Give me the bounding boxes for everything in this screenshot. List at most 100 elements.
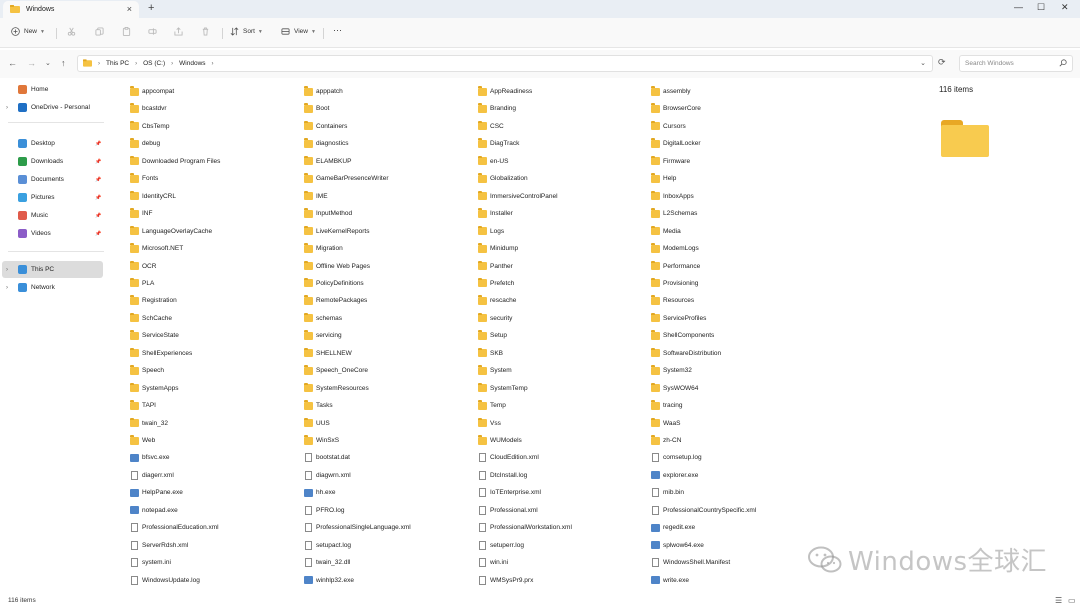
folder-item[interactable]: SHELLNEW bbox=[304, 346, 474, 361]
folder-item[interactable]: InputMethod bbox=[304, 206, 474, 221]
file-item[interactable]: WindowsUpdate.log bbox=[130, 573, 300, 588]
folder-item[interactable]: INF bbox=[130, 206, 300, 221]
file-item[interactable]: win.ini bbox=[478, 555, 648, 570]
folder-item[interactable]: Tasks bbox=[304, 398, 474, 413]
folder-item[interactable]: Provisioning bbox=[651, 276, 821, 291]
tab-windows[interactable]: Windows × bbox=[3, 1, 139, 18]
breadcrumb-os-c[interactable]: OS (C:) bbox=[143, 60, 165, 67]
expand-chevron-icon[interactable]: › bbox=[6, 105, 8, 111]
file-item[interactable]: bootstat.dat bbox=[304, 450, 474, 465]
delete-icon[interactable] bbox=[201, 27, 210, 36]
sidebar-item-pictures[interactable]: Pictures 📌 bbox=[0, 189, 104, 206]
close-tab-icon[interactable]: × bbox=[127, 4, 132, 14]
maximize-icon[interactable]: ☐ bbox=[1037, 2, 1045, 13]
view-button[interactable]: View ▼ bbox=[281, 27, 316, 36]
folder-item[interactable]: Vss bbox=[478, 416, 648, 431]
folder-item[interactable]: SoftwareDistribution bbox=[651, 346, 821, 361]
folder-item[interactable]: DigitalLocker bbox=[651, 136, 821, 151]
folder-item[interactable]: ModemLogs bbox=[651, 241, 821, 256]
file-item[interactable]: ServerRdsh.xml bbox=[130, 538, 300, 553]
sort-button[interactable]: Sort ▼ bbox=[230, 27, 263, 36]
file-item[interactable]: setupact.log bbox=[304, 538, 474, 553]
file-item[interactable]: notepad.exe bbox=[130, 503, 300, 518]
folder-item[interactable]: Migration bbox=[304, 241, 474, 256]
details-view-icon[interactable]: ☰ bbox=[1055, 596, 1062, 605]
file-item[interactable]: diagerr.xml bbox=[130, 468, 300, 483]
folder-item[interactable]: rescache bbox=[478, 293, 648, 308]
folder-item[interactable]: tracing bbox=[651, 398, 821, 413]
refresh-icon[interactable]: ⟳ bbox=[938, 57, 946, 68]
folder-item[interactable]: Cursors bbox=[651, 119, 821, 134]
folder-item[interactable]: Microsoft.NET bbox=[130, 241, 300, 256]
file-item[interactable]: DtcInstall.log bbox=[478, 468, 648, 483]
folder-item[interactable]: UUS bbox=[304, 416, 474, 431]
folder-item[interactable]: OCR bbox=[130, 259, 300, 274]
file-item[interactable]: ProfessionalSingleLanguage.xml bbox=[304, 520, 474, 535]
folder-item[interactable]: IME bbox=[304, 189, 474, 204]
folder-item[interactable]: Downloaded Program Files bbox=[130, 154, 300, 169]
folder-item[interactable]: InboxApps bbox=[651, 189, 821, 204]
sidebar-item-onedrive-personal[interactable]: › OneDrive - Personal bbox=[0, 99, 104, 116]
minimize-icon[interactable]: — bbox=[1014, 2, 1023, 12]
folder-item[interactable]: L2Schemas bbox=[651, 206, 821, 221]
up-arrow-icon[interactable]: ↑ bbox=[61, 58, 66, 68]
file-item[interactable]: regedit.exe bbox=[651, 520, 821, 535]
file-item[interactable]: bfsvc.exe bbox=[130, 450, 300, 465]
folder-item[interactable]: PolicyDefinitions bbox=[304, 276, 474, 291]
expand-chevron-icon[interactable]: › bbox=[6, 285, 8, 291]
add-tab-icon[interactable]: + bbox=[148, 2, 154, 14]
tiles-view-icon[interactable]: ▭ bbox=[1068, 596, 1076, 605]
folder-item[interactable]: Setup bbox=[478, 328, 648, 343]
sidebar-item-music[interactable]: Music 📌 bbox=[0, 207, 104, 224]
folder-item[interactable]: CSC bbox=[478, 119, 648, 134]
folder-item[interactable]: Logs bbox=[478, 224, 648, 239]
file-item[interactable]: mib.bin bbox=[651, 485, 821, 500]
sidebar-item-documents[interactable]: Documents 📌 bbox=[0, 171, 104, 188]
file-item[interactable]: HelpPane.exe bbox=[130, 485, 300, 500]
folder-item[interactable]: ShellExperiences bbox=[130, 346, 300, 361]
file-item[interactable]: setuperr.log bbox=[478, 538, 648, 553]
folder-item[interactable]: Panther bbox=[478, 259, 648, 274]
folder-item[interactable]: ELAMBKUP bbox=[304, 154, 474, 169]
file-item[interactable]: diagwrn.xml bbox=[304, 468, 474, 483]
folder-item[interactable]: Prefetch bbox=[478, 276, 648, 291]
folder-item[interactable]: Boot bbox=[304, 101, 474, 116]
folder-item[interactable]: Registration bbox=[130, 293, 300, 308]
folder-item[interactable]: Speech_OneCore bbox=[304, 363, 474, 378]
folder-item[interactable]: Resources bbox=[651, 293, 821, 308]
breadcrumb-this-pc[interactable]: This PC bbox=[106, 60, 129, 67]
sidebar-item-home[interactable]: Home bbox=[0, 81, 104, 98]
folder-item[interactable]: schemas bbox=[304, 311, 474, 326]
sidebar-item-videos[interactable]: Videos 📌 bbox=[0, 225, 104, 242]
file-item[interactable]: comsetup.log bbox=[651, 450, 821, 465]
folder-item[interactable]: Speech bbox=[130, 363, 300, 378]
folder-item[interactable]: LiveKernelReports bbox=[304, 224, 474, 239]
pin-icon[interactable]: 📌 bbox=[95, 159, 101, 165]
recent-chevron-icon[interactable]: ⌄ bbox=[45, 59, 51, 67]
cut-icon[interactable] bbox=[67, 27, 76, 36]
sidebar-item-this-pc[interactable]: › This PC bbox=[2, 261, 103, 278]
close-icon[interactable]: ✕ bbox=[1061, 2, 1069, 13]
forward-arrow-icon[interactable]: → bbox=[27, 58, 36, 68]
folder-item[interactable]: IdentityCRL bbox=[130, 189, 300, 204]
pin-icon[interactable]: 📌 bbox=[95, 141, 101, 147]
folder-item[interactable]: Offline Web Pages bbox=[304, 259, 474, 274]
folder-item[interactable]: CbsTemp bbox=[130, 119, 300, 134]
new-button[interactable]: New ▼ bbox=[11, 27, 45, 36]
folder-item[interactable]: DiagTrack bbox=[478, 136, 648, 151]
file-item[interactable]: system.ini bbox=[130, 555, 300, 570]
folder-item[interactable]: en-US bbox=[478, 154, 648, 169]
folder-item[interactable]: ServiceState bbox=[130, 328, 300, 343]
folder-item[interactable]: SKB bbox=[478, 346, 648, 361]
breadcrumb-windows[interactable]: Windows bbox=[179, 60, 205, 67]
folder-item[interactable]: ServiceProfiles bbox=[651, 311, 821, 326]
folder-item[interactable]: twain_32 bbox=[130, 416, 300, 431]
folder-item[interactable]: Help bbox=[651, 171, 821, 186]
folder-item[interactable]: appcompat bbox=[130, 84, 300, 99]
file-item[interactable]: CloudEdition.xml bbox=[478, 450, 648, 465]
file-item[interactable]: winhlp32.exe bbox=[304, 573, 474, 588]
folder-item[interactable]: Installer bbox=[478, 206, 648, 221]
file-item[interactable]: WMSysPr9.prx bbox=[478, 573, 648, 588]
folder-item[interactable]: Media bbox=[651, 224, 821, 239]
folder-item[interactable]: GameBarPresenceWriter bbox=[304, 171, 474, 186]
